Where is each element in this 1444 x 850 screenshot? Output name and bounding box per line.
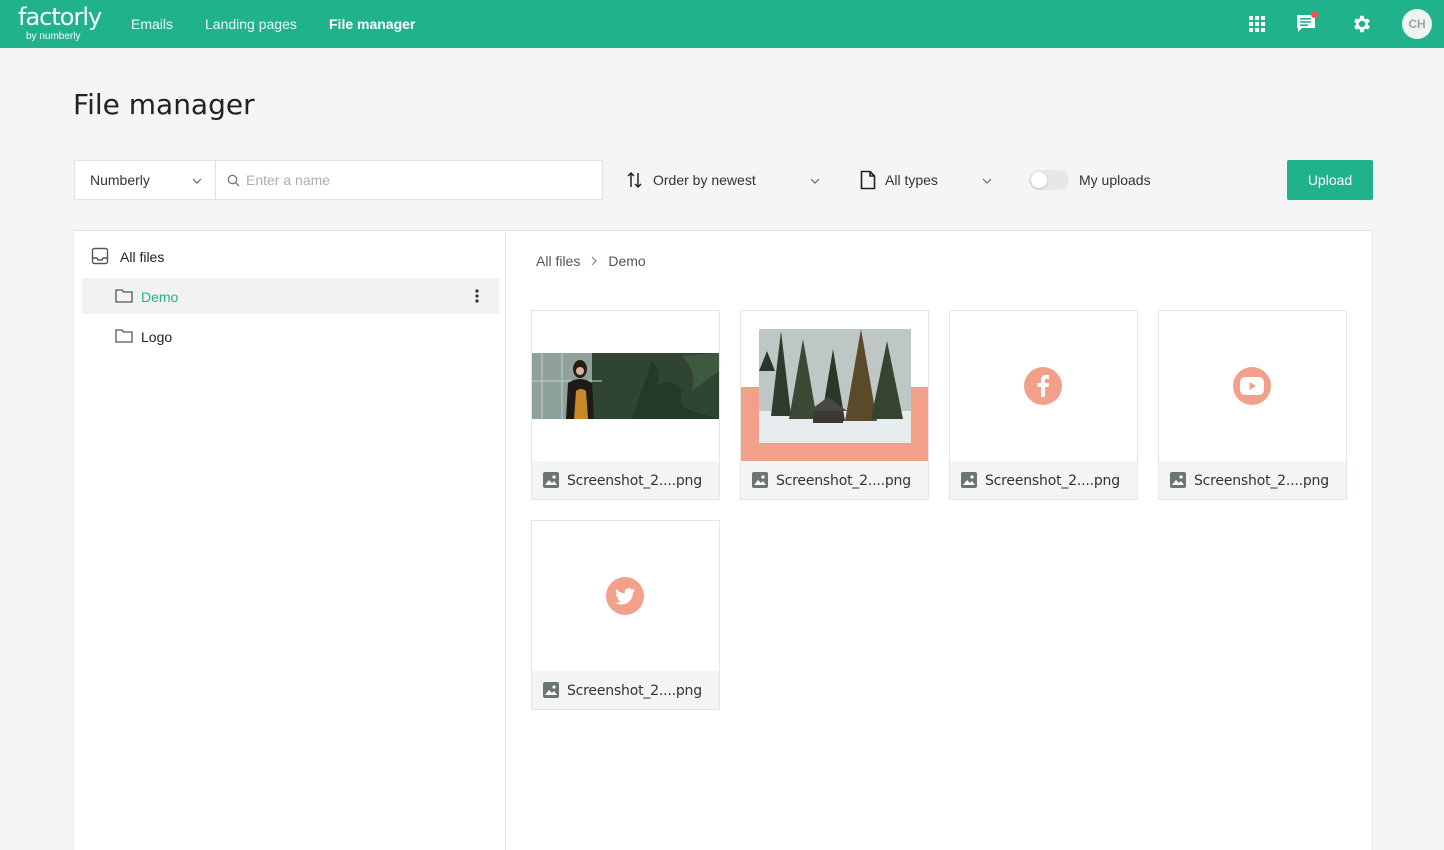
search-box <box>215 160 603 200</box>
file-card[interactable]: Screenshot_2....png <box>531 310 720 500</box>
image-file-icon <box>961 472 977 493</box>
nav-file-manager[interactable]: File manager <box>329 16 415 32</box>
breadcrumb-item: Demo <box>608 253 646 269</box>
file-browser-panel: All files Demo Logo All files Demo Scree… <box>73 230 1373 850</box>
folder-tree: All files Demo Logo <box>74 231 506 850</box>
brand-subtitle: by numberly <box>26 31 81 42</box>
search-input[interactable] <box>246 169 586 191</box>
twitter-icon <box>606 577 644 615</box>
breadcrumb: All files Demo <box>536 253 646 269</box>
tree-root-label: All files <box>120 249 165 265</box>
file-name: Screenshot_2....png <box>776 473 911 489</box>
chevron-right-icon <box>590 255 598 267</box>
nav-landing-pages[interactable]: Landing pages <box>205 16 297 32</box>
file-card-footer: Screenshot_2....png <box>532 671 719 709</box>
file-thumbnail <box>1159 311 1346 461</box>
chevron-down-icon <box>809 174 821 190</box>
file-name: Screenshot_2....png <box>567 683 702 699</box>
file-thumbnail <box>532 521 719 671</box>
image-file-icon <box>543 682 559 703</box>
folder-item-demo[interactable]: Demo <box>82 278 499 314</box>
toggle-knob <box>1031 172 1047 188</box>
image-file-icon <box>752 472 768 493</box>
notification-dot <box>1311 11 1318 18</box>
types-select-value: All types <box>885 172 938 188</box>
file-type-icon <box>860 170 876 193</box>
file-name: Screenshot_2....png <box>1194 473 1329 489</box>
company-select-value: Numberly <box>90 172 150 188</box>
file-card-footer: Screenshot_2....png <box>1159 461 1346 499</box>
more-options-icon[interactable] <box>474 288 480 307</box>
top-navbar: factorly by numberly Emails Landing page… <box>0 0 1444 48</box>
folder-label: Demo <box>141 289 179 305</box>
tree-root-all-files[interactable]: All files <box>91 247 164 267</box>
inbox-icon <box>91 247 109 268</box>
folder-label: Logo <box>141 329 173 345</box>
my-uploads-label: My uploads <box>1079 172 1151 188</box>
file-thumbnail <box>532 311 719 461</box>
file-thumbnail <box>741 311 928 461</box>
order-select-value: Order by newest <box>653 172 756 188</box>
company-select[interactable]: Numberly <box>74 160 216 200</box>
image-file-icon <box>1170 472 1186 493</box>
settings-gear-icon[interactable] <box>1350 12 1374 36</box>
apps-grid-icon[interactable] <box>1245 12 1269 36</box>
order-select[interactable]: Order by newest <box>626 168 826 192</box>
file-card-footer: Screenshot_2....png <box>950 461 1137 499</box>
upload-button[interactable]: Upload <box>1287 160 1373 200</box>
page-title: File manager <box>73 88 255 121</box>
folder-item-logo[interactable]: Logo <box>82 318 499 354</box>
messages-icon[interactable] <box>1294 11 1318 36</box>
file-card[interactable]: Screenshot_2....png <box>1158 310 1347 500</box>
file-name: Screenshot_2....png <box>567 473 702 489</box>
chevron-down-icon <box>191 174 203 190</box>
file-thumbnail <box>950 311 1137 461</box>
breadcrumb-item[interactable]: All files <box>536 253 580 269</box>
photo-forest-thumbnail <box>741 329 928 461</box>
file-card-footer: Screenshot_2....png <box>532 461 719 499</box>
chevron-down-icon <box>981 174 993 190</box>
brand-name: factorly <box>18 3 102 31</box>
file-card[interactable]: Screenshot_2....png <box>949 310 1138 500</box>
image-file-icon <box>543 472 559 493</box>
file-name: Screenshot_2....png <box>985 473 1120 489</box>
file-grid-area: All files Demo Screenshot_2....png Scree… <box>506 231 1373 850</box>
file-card[interactable]: Screenshot_2....png <box>531 520 720 710</box>
brand-logo[interactable]: factorly by numberly <box>18 3 108 45</box>
folder-icon <box>115 288 133 306</box>
types-select[interactable]: All types <box>858 168 998 192</box>
my-uploads-toggle[interactable] <box>1029 170 1069 190</box>
youtube-icon <box>1233 367 1271 405</box>
search-icon <box>227 174 240 192</box>
facebook-icon <box>1024 367 1062 405</box>
nav-emails[interactable]: Emails <box>131 16 173 32</box>
sort-arrows-icon <box>626 170 644 193</box>
file-card[interactable]: Screenshot_2....png <box>740 310 929 500</box>
photo-woman-thumbnail <box>532 353 719 419</box>
folder-icon <box>115 328 133 346</box>
file-card-footer: Screenshot_2....png <box>741 461 928 499</box>
user-avatar[interactable]: CH <box>1402 9 1432 39</box>
